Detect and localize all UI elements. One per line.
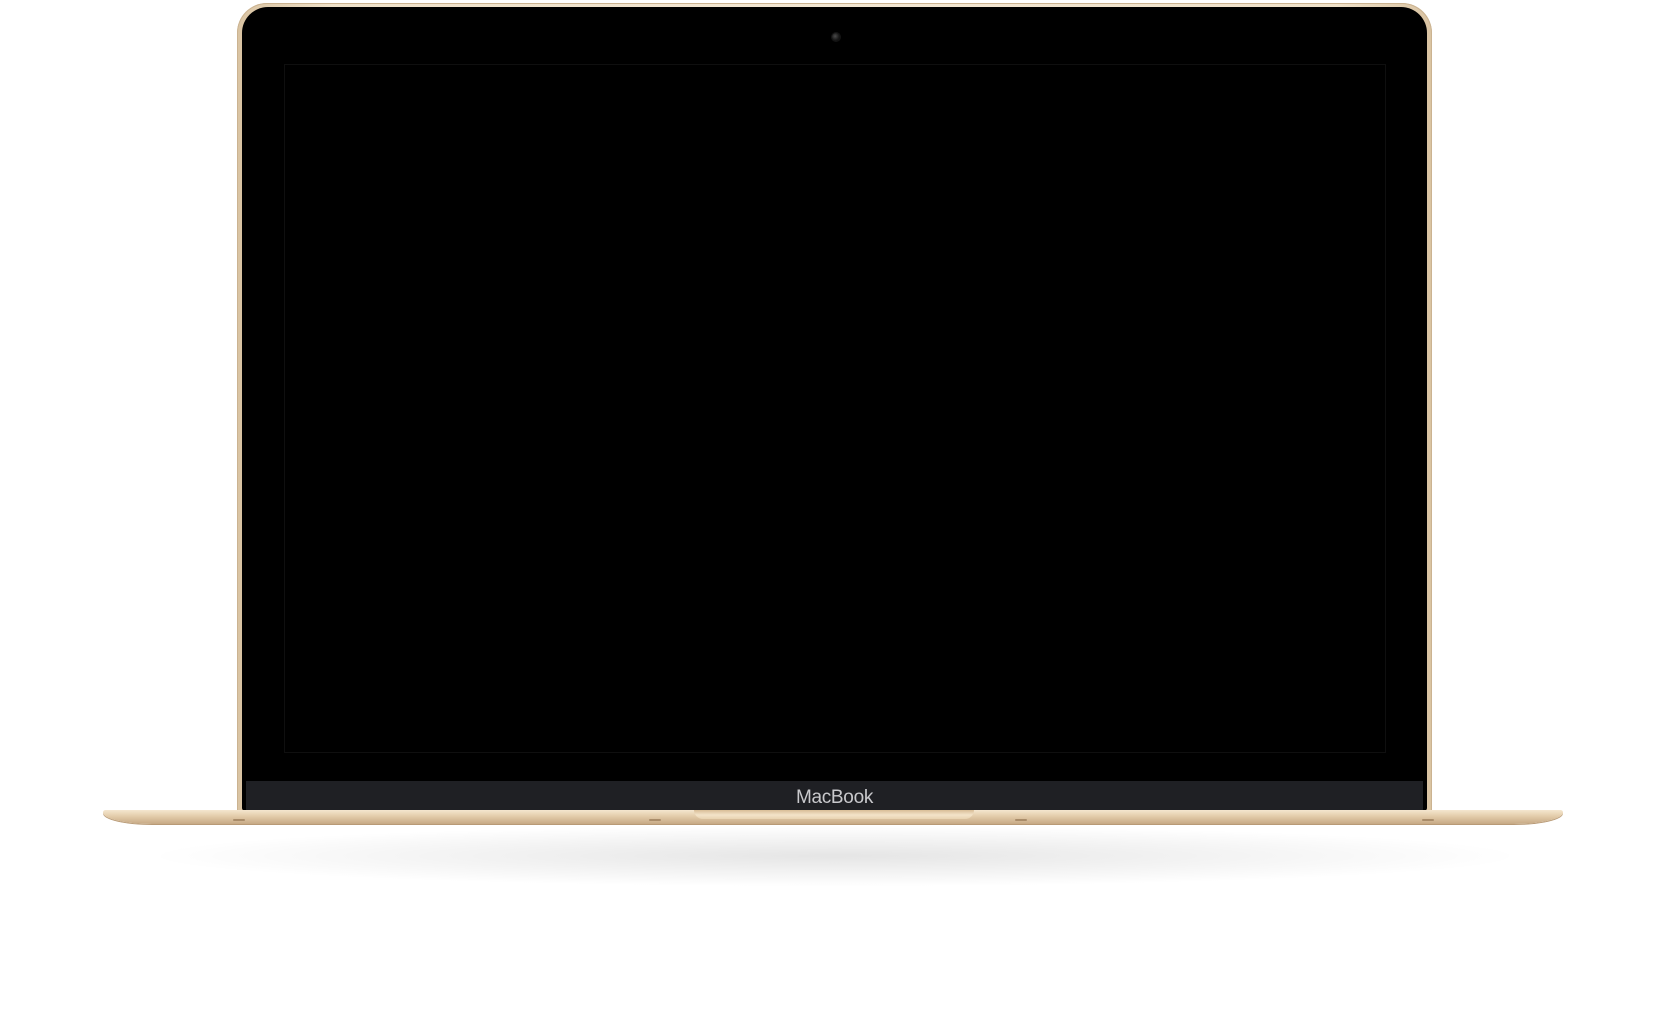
base-foot <box>1015 819 1027 821</box>
bezel-chin: MacBook <box>246 781 1423 811</box>
laptop-display <box>284 64 1386 753</box>
base-foot <box>233 819 245 821</box>
base-foot <box>649 819 661 821</box>
brand-label: MacBook <box>795 787 874 808</box>
laptop-shadow <box>160 826 1510 886</box>
laptop-lid: MacBook <box>237 3 1432 814</box>
laptop-base <box>103 810 1563 824</box>
device-mockup-stage: MacBook <box>0 0 1680 1014</box>
base-foot <box>1422 819 1434 821</box>
camera-icon <box>832 33 840 41</box>
screen-bezel: MacBook <box>242 7 1427 811</box>
hinge-notch <box>694 810 974 819</box>
